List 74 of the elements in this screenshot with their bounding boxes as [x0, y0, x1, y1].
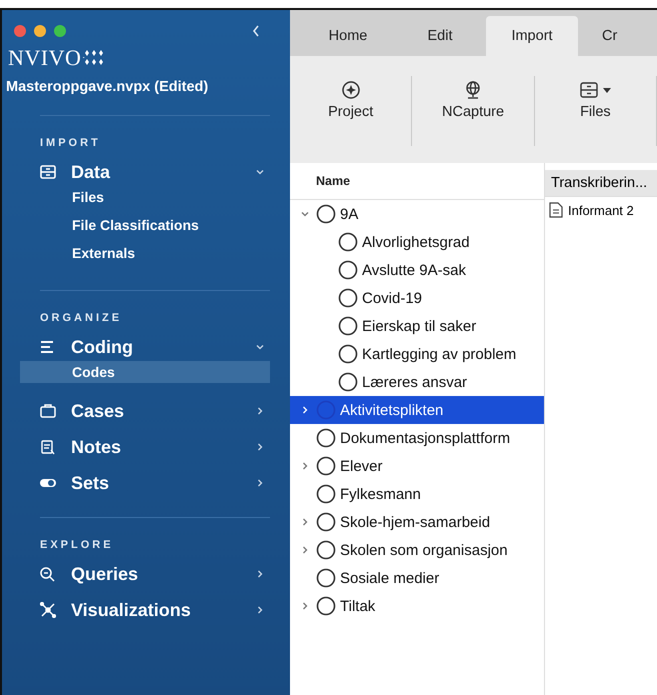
nav-subitem[interactable]: File Classifications	[20, 214, 270, 236]
chevron-down-icon[interactable]	[301, 210, 309, 218]
circle-icon	[338, 316, 358, 336]
ribbon-button[interactable]: NCapture	[412, 80, 534, 120]
tree-row[interactable]: Avslutte 9A-sak	[290, 256, 544, 284]
app-logo: NVIVO	[8, 46, 82, 70]
chevron-right-icon[interactable]	[301, 462, 309, 470]
tree-row[interactable]: Elever	[290, 452, 544, 480]
circle-icon	[316, 568, 336, 588]
network-icon	[39, 602, 57, 618]
chevron-right-icon[interactable]	[301, 546, 309, 554]
section-heading: EXPLORE	[39, 538, 115, 552]
tree-row[interactable]: Tiltak	[290, 592, 544, 620]
circle-icon	[316, 540, 336, 560]
nav-subitem[interactable]: Files	[20, 186, 270, 208]
column-header[interactable]: Name	[290, 163, 544, 200]
ribbon-tab[interactable]: Edit	[394, 16, 486, 56]
tree-row[interactable]: Skolen som organisasjon	[290, 536, 544, 564]
tree-row[interactable]: Fylkesmann	[290, 480, 544, 508]
tree-row[interactable]: Kartlegging av problem	[290, 340, 544, 368]
circle-icon	[338, 372, 358, 392]
briefcase-icon	[39, 403, 57, 419]
circle-icon	[338, 344, 358, 364]
tree-row[interactable]: Sosiale medier	[290, 564, 544, 592]
chevron-right-icon[interactable]	[301, 602, 309, 610]
tree-row[interactable]: Covid-19	[290, 284, 544, 312]
ribbon-button[interactable]: Project	[290, 80, 412, 120]
nav-subitem[interactable]: Codes	[20, 361, 270, 383]
minimize-button[interactable]	[34, 25, 46, 37]
collapse-icon[interactable]	[252, 25, 260, 37]
nav-item[interactable]: Coding	[2, 333, 290, 361]
circle-icon	[316, 204, 336, 224]
chevron-right-icon[interactable]	[301, 518, 309, 526]
column-header[interactable]: Transkriberin...	[545, 170, 657, 197]
tree-row[interactable]: Eierskap til saker	[290, 312, 544, 340]
nav-item[interactable]: Visualizations	[2, 596, 290, 624]
circle-icon	[316, 428, 336, 448]
ribbon-button[interactable]: Files	[534, 80, 656, 120]
section-heading: ORGANIZE	[39, 311, 124, 325]
ribbon-tab[interactable]: Home	[302, 16, 394, 56]
zoom-button[interactable]	[54, 25, 66, 37]
ribbon-tab[interactable]: Import	[486, 16, 578, 56]
circle-icon	[338, 232, 358, 252]
tree-row[interactable]: Aktivitetsplikten	[290, 396, 544, 424]
tree-row[interactable]: Alvorlighetsgrad	[290, 228, 544, 256]
nav-item[interactable]: Queries	[2, 560, 290, 588]
circle-icon	[316, 484, 336, 504]
tree-row[interactable]: Læreres ansvar	[290, 368, 544, 396]
magnifier-icon	[39, 566, 57, 582]
ribbon-tab[interactable]: Cr	[578, 16, 626, 56]
drawer-icon	[579, 80, 600, 100]
nav-subitem[interactable]: Externals	[20, 242, 270, 264]
dots-icon	[83, 50, 106, 66]
notes-icon	[39, 439, 57, 455]
chevron-right-icon[interactable]	[301, 406, 309, 414]
circle-icon	[316, 596, 336, 616]
nav-item[interactable]: Notes	[2, 433, 290, 461]
tree-row[interactable]: 9A	[290, 200, 544, 228]
drawer-icon	[39, 164, 57, 180]
caret-icon[interactable]	[603, 88, 612, 92]
nav-item[interactable]: Data	[2, 158, 290, 186]
project-name: Masteroppgave.nvpx (Edited)	[5, 78, 210, 95]
nav-item[interactable]: Sets	[2, 469, 290, 497]
plus-circle-icon	[340, 80, 361, 100]
circle-icon	[316, 456, 336, 476]
tree-row[interactable]: Dokumentasjonsplattform	[290, 424, 544, 452]
document-icon	[549, 202, 563, 218]
circle-icon	[338, 288, 358, 308]
tree-row[interactable]: Skole-hjem-samarbeid	[290, 508, 544, 536]
nav-item[interactable]: Cases	[2, 397, 290, 425]
circle-icon	[316, 512, 336, 532]
section-heading: IMPORT	[39, 136, 102, 150]
circle-icon	[338, 260, 358, 280]
file-row[interactable]: Informant 2	[545, 197, 657, 223]
